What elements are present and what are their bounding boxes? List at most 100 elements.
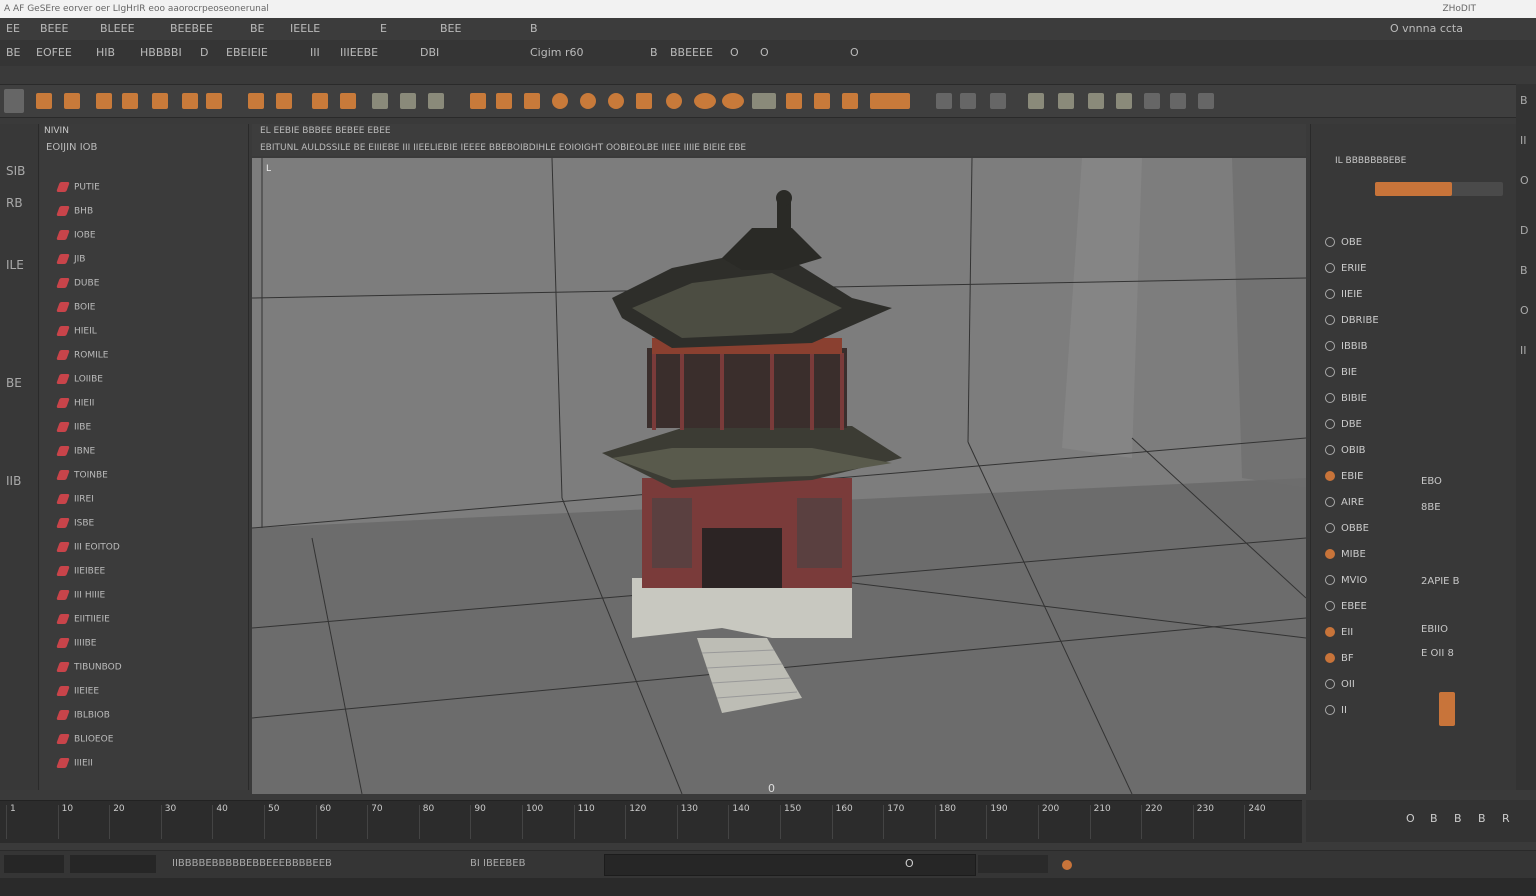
command-input[interactable]: O [604,854,976,876]
viewport-menu[interactable]: EL EEBIE BBBEE BEBEE EBEE [260,126,391,136]
sidebar-icon[interactable]: II [1520,344,1527,357]
value-label[interactable]: EBIIO [1421,624,1448,635]
cylinder-tool-icon[interactable] [552,93,568,109]
attribute-editor-icon[interactable] [1144,93,1160,109]
radio-icon[interactable] [1325,367,1335,377]
history-icon[interactable] [340,93,356,109]
graph-editor-icon[interactable] [990,93,1006,109]
radio-icon[interactable] [1325,705,1335,715]
radio-icon[interactable] [1325,627,1335,637]
outliner-item[interactable]: TOINBE [56,470,108,484]
sidebar-icon[interactable]: B [1520,264,1528,277]
attribute-row[interactable]: DBE [1325,416,1362,434]
outliner-item[interactable]: JIB [56,254,85,268]
value-label[interactable]: 2APIE B [1421,576,1460,587]
radio-icon[interactable] [1325,601,1335,611]
toolbox-label[interactable]: IIB [6,474,21,488]
snap-point-icon[interactable] [312,93,328,109]
outliner-item[interactable]: IOBE [56,230,96,244]
status-item[interactable]: IIIEEBE [340,46,378,59]
status-item[interactable]: D [200,46,208,59]
attribute-row[interactable]: OBIB [1325,442,1366,460]
outliner-item[interactable]: EIITIIEIE [56,614,110,628]
shelf-handle-icon[interactable] [4,89,24,113]
radio-icon[interactable] [1325,263,1335,273]
status-item[interactable]: O [850,46,859,59]
material-icon[interactable] [1028,93,1044,109]
radio-icon[interactable] [1325,445,1335,455]
sphere-tool-icon[interactable] [524,93,540,109]
outliner-item[interactable]: ISBE [56,518,94,532]
radio-icon[interactable] [1325,341,1335,351]
status-item[interactable]: HIB [96,46,115,59]
outliner-tab[interactable]: EOIJIN IOB [46,142,97,153]
script-type-field[interactable] [978,855,1048,873]
paint-tool-icon[interactable] [182,93,198,109]
menu-item[interactable]: E [380,22,387,35]
uv-editor-icon[interactable] [752,93,776,109]
radio-icon[interactable] [1325,315,1335,325]
tool-settings-icon[interactable] [1198,93,1214,109]
scale-tool-icon[interactable] [96,93,112,109]
outliner-item[interactable]: IBNE [56,446,95,460]
attribute-row[interactable]: EBEE [1325,598,1367,616]
range-end-field[interactable] [70,855,156,873]
value-label[interactable]: EBO [1421,476,1442,487]
outliner-item[interactable]: BHB [56,206,93,220]
sidebar-icon[interactable]: D [1520,224,1528,237]
outliner-item[interactable]: IIREI [56,494,94,508]
outliner-item[interactable]: LOIIBE [56,374,103,388]
outliner-item[interactable]: HIEIL [56,326,97,340]
attribute-row[interactable]: BIBIE [1325,390,1367,408]
plane-tool-icon[interactable] [636,93,652,109]
range-start-field[interactable] [4,855,64,873]
intensity-slider[interactable] [1375,182,1503,196]
menu-item[interactable]: BEE [440,22,461,35]
outliner-item[interactable]: DUBE [56,278,99,292]
camera-tool-icon[interactable] [694,93,716,109]
snap-grid-icon[interactable] [248,93,264,109]
playback-button[interactable]: B [1454,812,1462,825]
outliner-item[interactable]: IIIEII [56,758,93,772]
outliner-item[interactable]: IIIIBE [56,638,96,652]
menu-item[interactable]: B [530,22,538,35]
panel-icon[interactable] [960,93,976,109]
status-item[interactable]: III [310,46,320,59]
outliner-item[interactable]: IIBE [56,422,91,436]
status-item[interactable]: BBEEEE [670,46,713,59]
light-tool-icon[interactable] [666,93,682,109]
curve-tool-icon[interactable] [470,93,486,109]
attribute-row[interactable]: BF [1325,650,1354,668]
layout-icon[interactable] [936,93,952,109]
cone-tool-icon[interactable] [580,93,596,109]
channel-box-icon[interactable] [1170,93,1186,109]
status-item[interactable]: HBBBBI [140,46,182,59]
status-item[interactable]: O [760,46,769,59]
bend-tool-icon[interactable] [814,93,830,109]
status-item[interactable]: B [650,46,658,59]
attribute-row[interactable]: IBBIB [1325,338,1367,356]
status-item[interactable]: DBI [420,46,439,59]
attribute-row[interactable]: IIEIE [1325,286,1362,304]
outliner-item[interactable]: IIEIBEE [56,566,105,580]
attribute-row[interactable]: EBIE [1325,468,1363,486]
render-icon[interactable] [400,93,416,109]
attribute-row[interactable]: EII [1325,624,1353,642]
render-settings-icon[interactable] [1116,93,1132,109]
outliner-item[interactable]: TIBUNBOD [56,662,122,676]
ipr-render-icon[interactable] [428,93,444,109]
outliner-item[interactable]: III EOITOD [56,542,120,556]
torus-tool-icon[interactable] [608,93,624,109]
menu-item[interactable]: BE [250,22,265,35]
attribute-row[interactable]: OBBE [1325,520,1369,538]
radio-icon[interactable] [1325,471,1335,481]
record-icon[interactable] [1062,860,1072,870]
outliner-item[interactable]: HIEII [56,398,94,412]
status-item[interactable]: EOFEE [36,46,72,59]
lens-tool-icon[interactable] [722,93,744,109]
attribute-row[interactable]: II [1325,702,1347,720]
radio-icon[interactable] [1325,237,1335,247]
snap-curve-icon[interactable] [276,93,292,109]
brush-tool-icon[interactable] [206,93,222,109]
lasso-tool-icon[interactable] [152,93,168,109]
